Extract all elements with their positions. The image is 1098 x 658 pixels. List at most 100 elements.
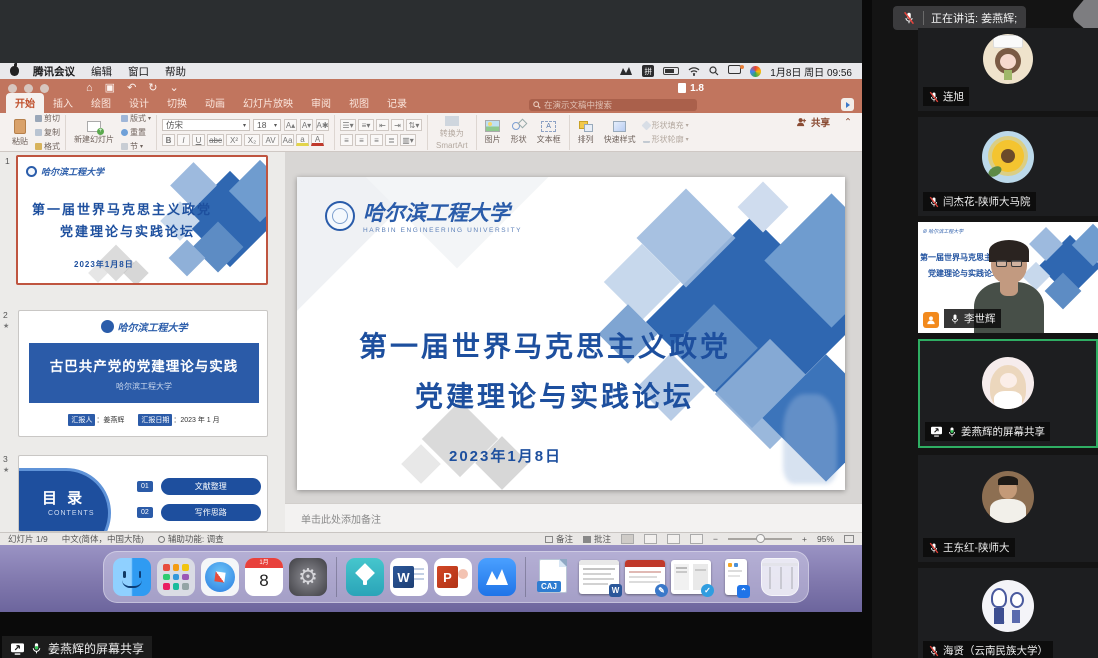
picture-button[interactable]: 图片 xyxy=(482,120,504,145)
minimized-web-window[interactable]: ✎ xyxy=(625,560,665,594)
main-slide-canvas[interactable]: 哈尔滨工程大学 HARBIN ENGINEERING UNIVERSITY xyxy=(297,177,845,490)
safari-icon[interactable] xyxy=(201,558,239,596)
reading-view-button[interactable] xyxy=(667,534,680,544)
calendar-icon[interactable]: 1月 8 xyxy=(245,558,283,596)
participant-tile[interactable]: 王东红-陕师大 xyxy=(918,455,1098,562)
tab-design[interactable]: 设计 xyxy=(120,93,158,113)
presenter-coach-icon[interactable] xyxy=(841,98,854,111)
menu-window[interactable]: 窗口 xyxy=(128,64,149,79)
collapse-ribbon-icon[interactable]: ⌃ xyxy=(844,117,852,128)
decrease-indent-button[interactable]: ⇤ xyxy=(376,119,389,131)
slide-sorter-view-button[interactable] xyxy=(644,534,657,544)
tab-insert[interactable]: 插入 xyxy=(44,93,82,113)
tab-slideshow[interactable]: 幻灯片放映 xyxy=(234,93,302,113)
browser-icon[interactable] xyxy=(750,66,761,77)
zoom-slider-handle[interactable] xyxy=(756,534,765,543)
align-left-button[interactable]: ≡ xyxy=(340,134,353,146)
zoom-slider[interactable] xyxy=(728,538,792,540)
increase-indent-button[interactable]: ⇥ xyxy=(391,119,404,131)
minimized-doc-window[interactable]: ✓ xyxy=(671,560,711,594)
undo-icon[interactable]: ↶ xyxy=(127,83,136,94)
tab-draw[interactable]: 绘图 xyxy=(82,93,120,113)
minimized-word-window[interactable]: W xyxy=(579,560,619,594)
finder-icon[interactable] xyxy=(113,558,151,596)
superscript-button[interactable]: X² xyxy=(226,134,242,146)
battery-icon[interactable] xyxy=(663,67,679,75)
menu-help[interactable]: 帮助 xyxy=(165,64,186,79)
input-source-icon[interactable]: 拼 xyxy=(642,65,654,77)
shapes-button[interactable]: 形状 xyxy=(508,120,530,145)
display-icon[interactable] xyxy=(728,65,741,77)
menubar-app-name[interactable]: 腾讯会议 xyxy=(33,64,75,79)
fit-to-window-icon[interactable] xyxy=(844,535,854,543)
layout-button[interactable]: 版式▾ xyxy=(121,113,151,124)
zoom-window-button[interactable] xyxy=(40,84,49,93)
apple-menu-icon[interactable] xyxy=(10,66,19,76)
convert-to-smartart-button[interactable]: 转换为SmartArt xyxy=(433,116,471,150)
launchpad-icon[interactable] xyxy=(157,558,195,596)
shape-fill-button[interactable]: 形状填充▾ xyxy=(643,120,689,131)
clear-formatting-button[interactable]: A✱ xyxy=(316,119,329,131)
new-slide-button[interactable]: + 新建幻灯片 xyxy=(71,121,117,145)
bold-button[interactable]: B xyxy=(162,134,175,146)
tab-transitions[interactable]: 切换 xyxy=(158,93,196,113)
search-icon[interactable] xyxy=(709,66,719,76)
italic-button[interactable]: I xyxy=(177,134,190,146)
character-spacing-button[interactable]: AV xyxy=(262,134,279,146)
align-right-button[interactable]: ≡ xyxy=(370,134,383,146)
tab-review[interactable]: 审阅 xyxy=(302,93,340,113)
search-input[interactable] xyxy=(544,100,684,110)
slideshow-button[interactable] xyxy=(690,534,703,544)
font-color-button[interactable]: A xyxy=(311,134,324,146)
grow-font-button[interactable]: A▴ xyxy=(284,119,297,131)
accessibility-status[interactable]: 辅助功能: 调查 xyxy=(158,533,224,545)
minimize-window-button[interactable] xyxy=(24,84,33,93)
comments-toggle[interactable]: 批注 xyxy=(583,533,611,545)
font-size-select[interactable]: 18▾ xyxy=(253,119,281,131)
change-case-button[interactable]: Aa xyxy=(281,134,294,146)
font-name-select[interactable]: 仿宋▾ xyxy=(162,119,250,131)
system-settings-icon[interactable]: ⚙ xyxy=(289,558,327,596)
participant-tile[interactable]: 闫杰花-陕师大马院 xyxy=(918,117,1098,216)
slide-thumbnail-3[interactable]: 目 录 CONTENTS 01 文献整理 02 写作思路 xyxy=(18,455,268,532)
caj-file-icon[interactable]: CAJ xyxy=(535,558,573,596)
quick-styles-button[interactable]: 快速样式 xyxy=(601,121,639,145)
powerpoint-icon[interactable]: P xyxy=(434,558,472,596)
section-button[interactable]: 节▾ xyxy=(121,141,151,152)
participant-tile-active[interactable]: 姜燕辉的屏幕共享 xyxy=(918,339,1098,448)
home-icon[interactable]: ⌂ xyxy=(86,83,93,94)
underline-button[interactable]: U xyxy=(192,134,205,146)
highlight-color-button[interactable]: a xyxy=(296,134,309,146)
trash-icon[interactable] xyxy=(761,558,799,596)
columns-button[interactable]: ▥▾ xyxy=(400,134,416,146)
redo-icon[interactable]: ↻ xyxy=(148,83,157,94)
normal-view-button[interactable] xyxy=(621,534,634,544)
close-window-button[interactable] xyxy=(8,84,17,93)
notes-toggle[interactable]: 备注 xyxy=(545,533,573,545)
tab-home[interactable]: 开始 xyxy=(6,93,44,113)
arrange-button[interactable]: 排列 xyxy=(575,121,597,145)
reset-button[interactable]: 重置 xyxy=(121,127,151,138)
participant-tile[interactable]: 连旭 xyxy=(918,28,1098,111)
line-spacing-button[interactable]: ⇅▾ xyxy=(406,119,422,131)
align-center-button[interactable]: ≡ xyxy=(355,134,368,146)
tab-animations[interactable]: 动画 xyxy=(196,93,234,113)
zoom-out-button[interactable]: − xyxy=(713,534,718,544)
zoom-in-button[interactable]: + xyxy=(802,534,807,544)
meeting-logo-icon[interactable] xyxy=(619,66,633,76)
notes-pane[interactable]: 单击此处添加备注 xyxy=(285,503,862,532)
cut-button[interactable]: 剪切 xyxy=(35,113,60,124)
numbering-button[interactable]: ≡▾ xyxy=(358,119,374,131)
language-indicator[interactable]: 中文(简体，中国大陆) xyxy=(62,533,144,545)
participant-tile-video[interactable]: ⊕ 哈尔滨工程大学 第一届世界马克思主义 党建理论与实践论坛 李世辉 xyxy=(918,222,1098,333)
shrink-font-button[interactable]: A▾ xyxy=(300,119,313,131)
paste-button[interactable]: 粘贴 xyxy=(9,119,31,147)
slide-thumbnail-2[interactable]: 哈尔滨工程大学 古巴共产党的党建理论与实践 哈尔滨工程大学 汇报人：姜燕辉 汇报… xyxy=(18,310,268,437)
subscript-button[interactable]: X₂ xyxy=(244,134,260,146)
toolbar-more-icon[interactable]: ⌄ xyxy=(170,83,179,94)
format-painter-button[interactable]: 格式 xyxy=(35,141,60,152)
copy-button[interactable]: 复制 xyxy=(35,127,60,138)
strikethrough-button[interactable]: abc xyxy=(207,134,224,146)
tab-record[interactable]: 记录 xyxy=(378,93,416,113)
share-button[interactable]: 共享 ⌃ xyxy=(796,115,852,129)
